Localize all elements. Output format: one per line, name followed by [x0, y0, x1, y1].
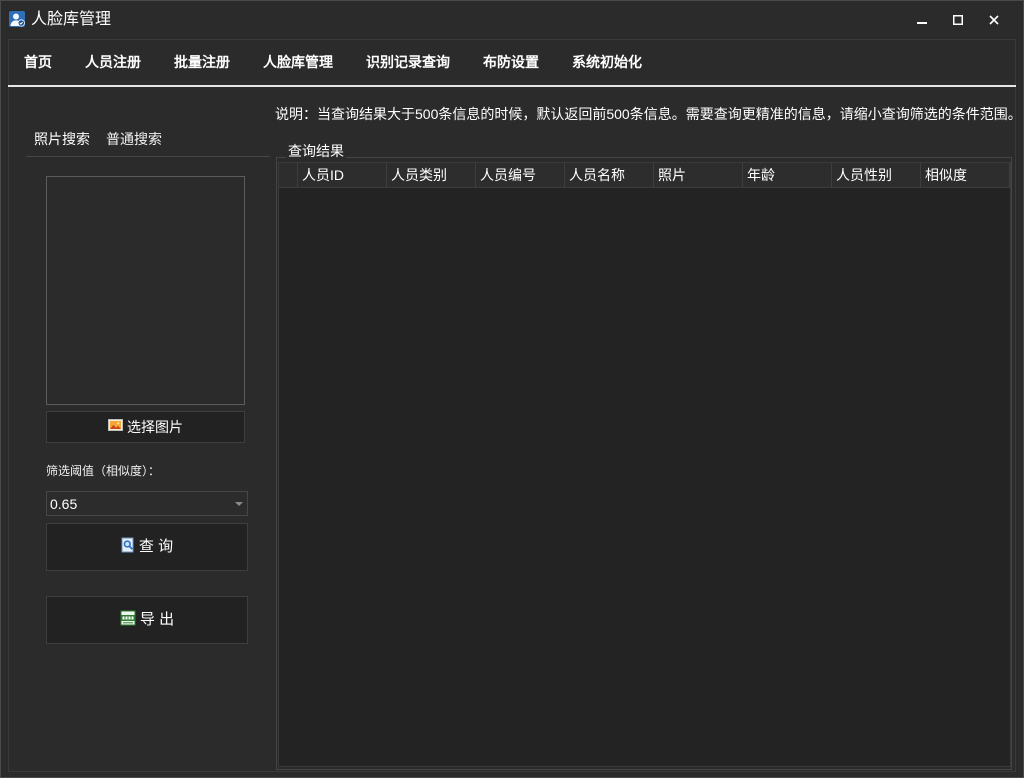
menu-item-system-init[interactable]: 系统初始化 [572, 54, 642, 70]
query-label: 查 询 [138, 538, 174, 555]
title-bar[interactable]: 人脸库管理 [1, 1, 1023, 39]
photo-preview [46, 176, 245, 405]
query-button[interactable]: 查 询 [46, 523, 248, 571]
threshold-select[interactable]: 0.65 [46, 491, 248, 516]
column-header-age[interactable]: 年龄 [743, 163, 832, 187]
column-header-similarity[interactable]: 相似度 [921, 163, 1010, 187]
results-title: 查询结果 [286, 143, 346, 159]
select-image-label: 选择图片 [127, 419, 183, 435]
tabs-divider [26, 156, 270, 157]
chevron-down-icon [235, 502, 243, 506]
close-icon [989, 15, 999, 25]
column-header-person-name[interactable]: 人员名称 [565, 163, 654, 187]
close-button[interactable] [976, 3, 1012, 37]
app-window: 人脸库管理 首页 人员注册 批量注册 人脸库管理 识别记录查询 布防设置 系统初… [0, 0, 1024, 778]
export-button[interactable]: 导 出 [46, 596, 248, 644]
column-header-photo[interactable]: 照片 [654, 163, 743, 187]
column-header-gender[interactable]: 人员性别 [832, 163, 921, 187]
minimize-button[interactable] [904, 3, 940, 37]
menu-item-face-library[interactable]: 人脸库管理 [263, 54, 333, 70]
column-header-person-id[interactable]: 人员ID [298, 163, 387, 187]
search-tabs: 照片搜索 普通搜索 [34, 131, 162, 148]
results-panel: 说明：当查询结果大于500条信息的时候，默认返回前500条信息。需要查询更精准的… [270, 87, 1016, 772]
tab-normal-search[interactable]: 普通搜索 [106, 131, 162, 148]
export-label: 导 出 [139, 611, 175, 628]
tab-photo-search[interactable]: 照片搜索 [34, 131, 90, 148]
table-header: 人员ID 人员类别 人员编号 人员名称 照片 年龄 人员性别 相似度 [279, 163, 1010, 188]
results-table: 人员ID 人员类别 人员编号 人员名称 照片 年龄 人员性别 相似度 [278, 162, 1011, 767]
menu-item-defense-settings[interactable]: 布防设置 [483, 54, 539, 70]
threshold-label: 筛选阈值（相似度）： [46, 464, 161, 478]
search-document-icon [121, 537, 135, 558]
excel-export-icon [120, 610, 136, 631]
window-controls [904, 3, 1012, 37]
maximize-icon [953, 15, 963, 25]
face-database-app-icon [9, 11, 25, 27]
row-header-corner [279, 163, 298, 187]
query-note: 说明：当查询结果大于500条信息的时候，默认返回前500条信息。需要查询更精准的… [275, 106, 1016, 122]
minimize-icon [917, 22, 927, 24]
main-frame: 首页 人员注册 批量注册 人脸库管理 识别记录查询 布防设置 系统初始化 照片搜… [8, 39, 1016, 772]
menu-item-recognition-records[interactable]: 识别记录查询 [366, 54, 450, 70]
menu-item-home[interactable]: 首页 [24, 54, 52, 70]
search-panel: 照片搜索 普通搜索 选择图片 筛选阈值（相似度）： 0.65 查 询 导 出 [8, 87, 270, 772]
maximize-button[interactable] [940, 3, 976, 37]
menu-item-batch-register[interactable]: 批量注册 [174, 54, 230, 70]
column-header-person-number[interactable]: 人员编号 [476, 163, 565, 187]
image-icon [108, 418, 123, 436]
menu-item-person-register[interactable]: 人员注册 [85, 54, 141, 70]
main-menu: 首页 人员注册 批量注册 人脸库管理 识别记录查询 布防设置 系统初始化 [8, 39, 1016, 85]
window-title: 人脸库管理 [31, 11, 112, 28]
threshold-value: 0.65 [50, 496, 78, 512]
table-body [279, 188, 1010, 766]
select-image-button[interactable]: 选择图片 [46, 411, 245, 443]
column-header-person-category[interactable]: 人员类别 [387, 163, 476, 187]
